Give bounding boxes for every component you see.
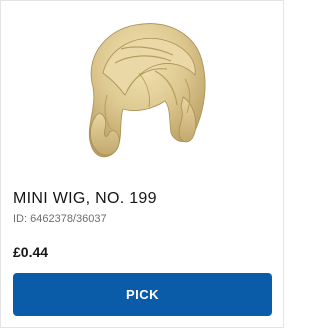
product-name: MINI WIG, NO. 199 xyxy=(13,190,157,207)
product-id: ID: 6462378/36037 xyxy=(13,213,107,225)
product-image[interactable] xyxy=(1,1,285,176)
product-price: £0.44 xyxy=(13,244,49,260)
wig-image xyxy=(88,22,206,157)
product-card: MINI WIG, NO. 199 ID: 6462378/36037 £0.4… xyxy=(0,0,284,328)
pick-button[interactable]: PICK xyxy=(13,273,272,316)
